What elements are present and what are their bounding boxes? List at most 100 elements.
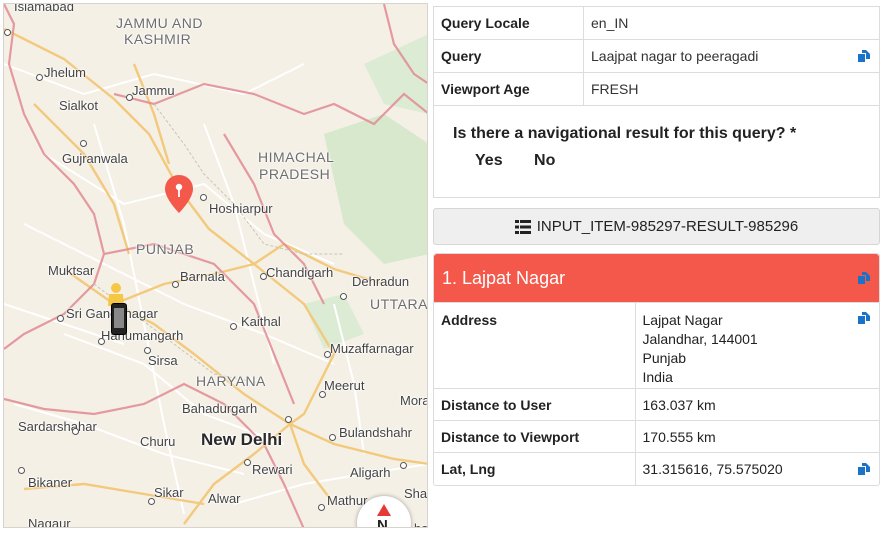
list-icon xyxy=(514,220,531,235)
city-dot xyxy=(144,347,151,354)
answer-yes-button[interactable]: Yes xyxy=(475,152,503,169)
map-label-meerut: Meerut xyxy=(324,378,365,393)
address-label: Address xyxy=(434,302,636,389)
result-detail-table: Address Lajpat Nagar Jalandhar, 144001 P… xyxy=(434,302,879,485)
map-label-sialkot: Sialkot xyxy=(59,98,99,113)
city-dot xyxy=(318,504,325,511)
result-title-bar[interactable]: 1. Lajpat Nagar xyxy=(434,254,879,302)
city-dot xyxy=(329,434,336,441)
city-dot xyxy=(80,140,87,147)
city-dot xyxy=(4,29,11,36)
map-label-gujranwala: Gujranwala xyxy=(62,151,128,166)
distance-user-value: 163.037 km xyxy=(635,388,879,421)
result-title: 1. Lajpat Nagar xyxy=(442,268,566,288)
city-dot xyxy=(230,323,237,330)
map-label-moradabad: Mora xyxy=(400,393,428,408)
city-dot xyxy=(244,459,251,466)
navigational-question: Is there a navigational result for this … xyxy=(453,125,797,142)
city-dot xyxy=(57,315,64,322)
city-dot xyxy=(172,281,179,288)
user-device-icon xyxy=(111,303,127,335)
query-label: Query xyxy=(433,39,584,73)
query-info-table: Query Locale en_IN Query Laajpat nagar t… xyxy=(433,6,880,106)
map-label-jammu-kashmir-2: KASHMIR xyxy=(124,31,192,47)
table-row: Query Locale en_IN xyxy=(433,6,880,40)
input-item-header[interactable]: INPUT_ITEM-985297-RESULT-985296 xyxy=(433,208,880,245)
map-label-chandigarh: Chandigarh xyxy=(266,265,334,280)
map-label-bikaner: Bikaner xyxy=(28,475,73,490)
query-locale-value: en_IN xyxy=(583,6,880,40)
map-label-dehradun: Dehradun xyxy=(352,274,410,289)
answer-no-button[interactable]: No xyxy=(534,152,555,169)
address-line: India xyxy=(642,369,673,385)
latlng-value: 31.315616, 75.575020 xyxy=(642,460,783,477)
map-label-islamabad: Islamabad xyxy=(14,3,74,14)
map-label-new-delhi: New Delhi xyxy=(201,430,283,449)
address-line: Jalandhar, 144001 xyxy=(642,331,758,347)
table-row: Distance to User 163.037 km xyxy=(434,388,879,421)
map-label-uttarakhand: UTTARA xyxy=(370,296,428,312)
address-value-cell: Lajpat Nagar Jalandhar, 144001 Punjab In… xyxy=(635,302,879,389)
city-dot xyxy=(260,273,267,280)
answer-options: Yes No xyxy=(453,152,879,170)
table-row: Query Laajpat nagar to peeragadi xyxy=(433,39,880,73)
map-label-muzaffarnagar: Muzaffarnagar xyxy=(330,341,414,356)
latlng-label: Lat, Lng xyxy=(434,452,636,485)
table-row: Viewport Age FRESH xyxy=(433,72,880,106)
map-label-sikar: Sikar xyxy=(154,485,184,500)
map-label-hoshiarpur: Hoshiarpur xyxy=(209,201,273,216)
city-dot xyxy=(126,94,133,101)
map-label-barnala: Barnala xyxy=(180,269,225,284)
query-value-cell: Laajpat nagar to peeragadi xyxy=(583,39,880,73)
copy-icon[interactable] xyxy=(857,49,871,63)
distance-user-label: Distance to User xyxy=(434,388,636,421)
city-dot xyxy=(98,338,105,345)
query-locale-label: Query Locale xyxy=(433,6,584,40)
address-line: Lajpat Nagar xyxy=(642,312,723,328)
compass-needle xyxy=(377,504,391,516)
distance-viewport-value: 170.555 km xyxy=(635,420,879,453)
city-dot xyxy=(148,498,155,505)
city-dot xyxy=(36,74,43,81)
table-row: Address Lajpat Nagar Jalandhar, 144001 P… xyxy=(434,302,879,389)
map-label-shahjahanpur: Sha xyxy=(404,486,428,501)
map-view[interactable]: Islamabad JAMMU AND KASHMIR Jhelum Jammu… xyxy=(3,3,428,528)
viewport-age-label: Viewport Age xyxy=(433,72,584,106)
city-dot xyxy=(340,293,347,300)
table-row: Lat, Lng 31.315616, 75.575020 xyxy=(434,452,879,485)
city-dot xyxy=(400,462,407,469)
map-label-alwar: Alwar xyxy=(208,491,241,506)
city-dot xyxy=(200,194,207,201)
map-label-churu: Churu xyxy=(140,434,176,449)
map-label-rewari: Rewari xyxy=(252,462,293,477)
copy-icon[interactable] xyxy=(857,462,871,476)
map-label-mathura: Mathur xyxy=(327,493,368,508)
copy-icon[interactable] xyxy=(857,311,871,325)
city-dot xyxy=(324,351,331,358)
result-panel: Query Locale en_IN Query Laajpat nagar t… xyxy=(433,6,880,486)
result-card: 1. Lajpat Nagar Address Lajpat Nagar Jal… xyxy=(433,253,880,486)
table-row: Distance to Viewport 170.555 km xyxy=(434,420,879,453)
map-label-aligarh: Aligarh xyxy=(350,465,391,480)
map-label-bahadurgarh: Bahadurgarh xyxy=(182,401,258,416)
map-label-jhelum: Jhelum xyxy=(44,65,86,80)
map-label-nagaur: Nagaur xyxy=(28,516,71,528)
map-label-kaithal: Kaithal xyxy=(241,314,281,329)
input-item-id: INPUT_ITEM-985297-RESULT-985296 xyxy=(536,218,799,235)
map-label-muktsar: Muktsar xyxy=(48,263,95,278)
map-label-himachal-1: HIMACHAL xyxy=(258,149,335,165)
map-label-jammu-kashmir-1: JAMMU AND xyxy=(116,15,203,31)
map-label-sardarshahar: Sardarshahar xyxy=(18,419,97,434)
city-dot xyxy=(72,428,79,435)
viewport-age-value: FRESH xyxy=(583,72,880,106)
city-dot xyxy=(285,416,292,423)
copy-icon[interactable] xyxy=(857,271,871,285)
query-value: Laajpat nagar to peeragadi xyxy=(591,48,759,64)
address-line: Punjab xyxy=(642,350,687,366)
result-pin-icon[interactable] xyxy=(164,174,194,214)
map-label-haryana: HARYANA xyxy=(196,373,266,389)
distance-viewport-label: Distance to Viewport xyxy=(434,420,636,453)
city-dot xyxy=(319,391,326,398)
latlng-value-cell: 31.315616, 75.575020 xyxy=(635,452,879,485)
city-dot xyxy=(18,467,25,474)
